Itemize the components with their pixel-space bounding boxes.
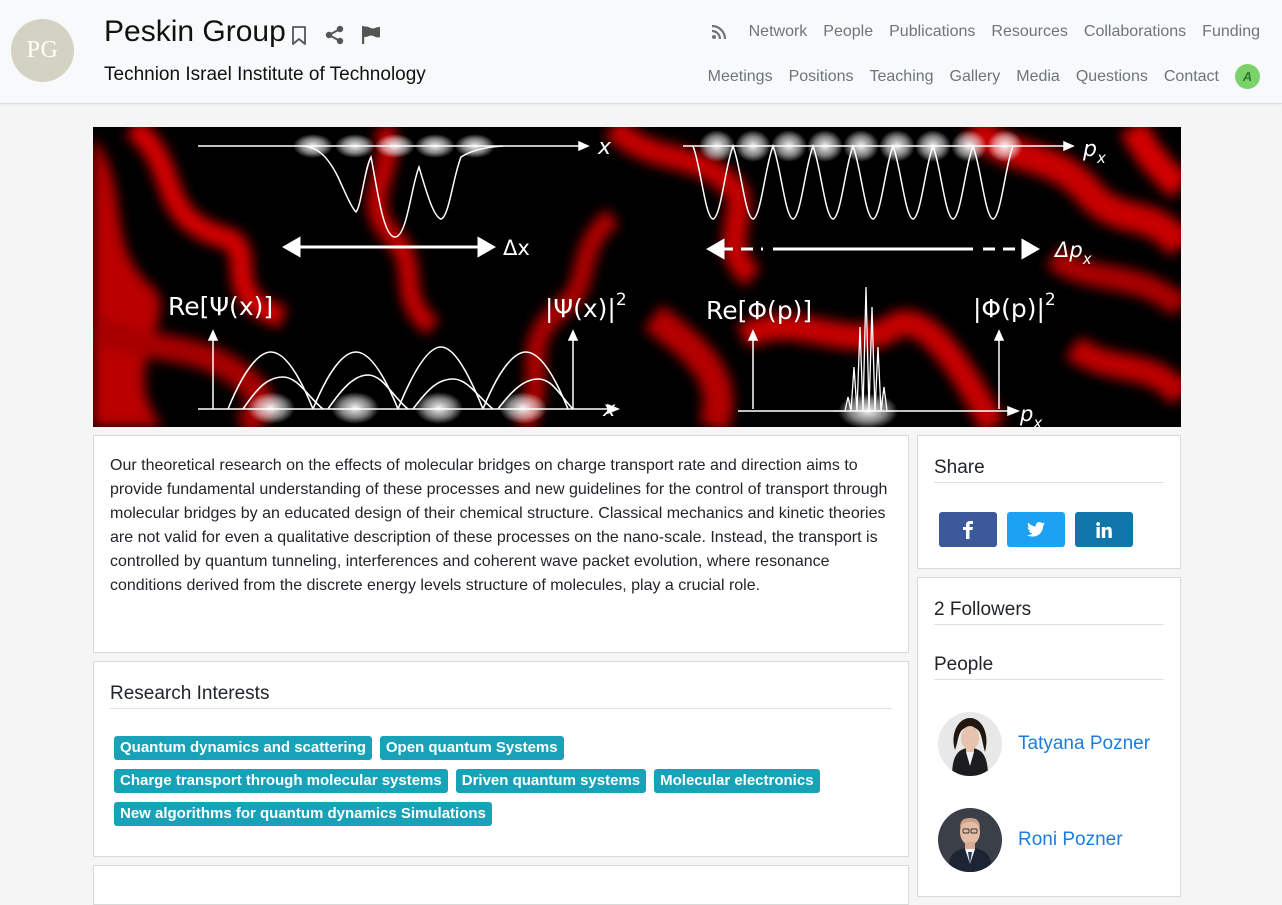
divider: [934, 679, 1164, 680]
divider: [934, 482, 1164, 483]
banner-label-re-phi: Re[Φ(p)]: [706, 296, 812, 325]
bookmark-icon[interactable]: [288, 24, 310, 46]
interest-tag[interactable]: Driven quantum systems: [455, 769, 647, 793]
person-item: Roni Pozner: [938, 808, 1123, 872]
group-avatar[interactable]: PG: [11, 19, 74, 82]
banner-artwork: x px Δx Δpx Re[Ψ(x)] |Ψ(x)|2 Re[Φ(p)] |Φ…: [93, 127, 1181, 427]
next-card: [93, 865, 909, 905]
interest-tag[interactable]: New algorithms for quantum dynamics Simu…: [114, 802, 492, 826]
nav-media[interactable]: Media: [1016, 68, 1060, 86]
avatar[interactable]: [938, 808, 1002, 872]
nav-secondary: Meetings Positions Teaching Gallery Medi…: [708, 64, 1260, 89]
nav-network[interactable]: Network: [749, 23, 808, 41]
research-tags: Quantum dynamics and scattering Open qua…: [114, 736, 874, 826]
share-buttons: [939, 512, 1133, 547]
avatar[interactable]: [938, 712, 1002, 776]
nav-meetings[interactable]: Meetings: [708, 68, 773, 86]
research-interests-heading: Research Interests: [110, 683, 270, 704]
cover-banner: x px Δx Δpx Re[Ψ(x)] |Ψ(x)|2 Re[Φ(p)] |Φ…: [93, 127, 1181, 427]
title-actions: [288, 24, 382, 46]
rss-icon[interactable]: [711, 24, 727, 40]
nav-questions[interactable]: Questions: [1076, 68, 1148, 86]
top-header: PG Peskin Group Technion Israel Institut…: [0, 0, 1282, 104]
nav-collaborations[interactable]: Collaborations: [1084, 23, 1186, 41]
divider: [110, 708, 892, 709]
share-heading: Share: [934, 457, 985, 478]
facebook-share-button[interactable]: [939, 512, 997, 547]
nav-primary: Network People Publications Resources Co…: [711, 23, 1260, 41]
about-text: Our theoretical research on the effects …: [110, 457, 888, 594]
interest-tag[interactable]: Molecular electronics: [654, 769, 820, 793]
nav-people[interactable]: People: [823, 23, 873, 41]
linkedin-icon: [1096, 521, 1112, 538]
interest-tag[interactable]: Quantum dynamics and scattering: [114, 736, 372, 760]
interest-tag[interactable]: Open quantum Systems: [379, 736, 564, 760]
share-icon[interactable]: [324, 24, 346, 46]
banner-label-abs-psi: |Ψ(x)|2: [545, 290, 627, 323]
research-interests-card: Research Interests Quantum dynamics and …: [93, 661, 909, 857]
interest-tag[interactable]: Charge transport through molecular syste…: [114, 769, 448, 793]
followers-card: 2 Followers People Tatyana Pozner Roni P…: [917, 577, 1181, 897]
twitter-icon: [1027, 522, 1045, 537]
nav-gallery[interactable]: Gallery: [950, 68, 1001, 86]
share-card: Share: [917, 435, 1181, 569]
institution-name: Technion Israel Institute of Technology: [104, 64, 426, 85]
user-avatar[interactable]: A: [1235, 64, 1260, 89]
banner-label-abs-phi: |Φ(p)|2: [973, 290, 1056, 323]
flag-icon[interactable]: [360, 24, 382, 46]
banner-label-dx: Δx: [503, 236, 530, 260]
nav-funding[interactable]: Funding: [1202, 23, 1260, 41]
nav-teaching[interactable]: Teaching: [870, 68, 934, 86]
followers-heading: 2 Followers: [934, 599, 1032, 620]
person-name-link[interactable]: Tatyana Pozner: [1018, 733, 1150, 755]
person-item: Tatyana Pozner: [938, 712, 1150, 776]
person-name-link[interactable]: Roni Pozner: [1018, 829, 1123, 851]
nav-publications[interactable]: Publications: [889, 23, 975, 41]
people-heading: People: [934, 654, 994, 675]
divider: [934, 624, 1164, 625]
nav-positions[interactable]: Positions: [789, 68, 854, 86]
banner-label-x-bottom: x: [602, 397, 616, 421]
about-card: Our theoretical research on the effects …: [93, 435, 909, 653]
facebook-icon: [963, 520, 973, 539]
banner-label-x-top: x: [597, 135, 612, 160]
banner-label-re-psi: Re[Ψ(x)]: [168, 292, 273, 321]
nav-contact[interactable]: Contact: [1164, 68, 1219, 86]
nav-resources[interactable]: Resources: [991, 23, 1067, 41]
twitter-share-button[interactable]: [1007, 512, 1065, 547]
linkedin-share-button[interactable]: [1075, 512, 1133, 547]
page-title: Peskin Group: [104, 15, 286, 48]
